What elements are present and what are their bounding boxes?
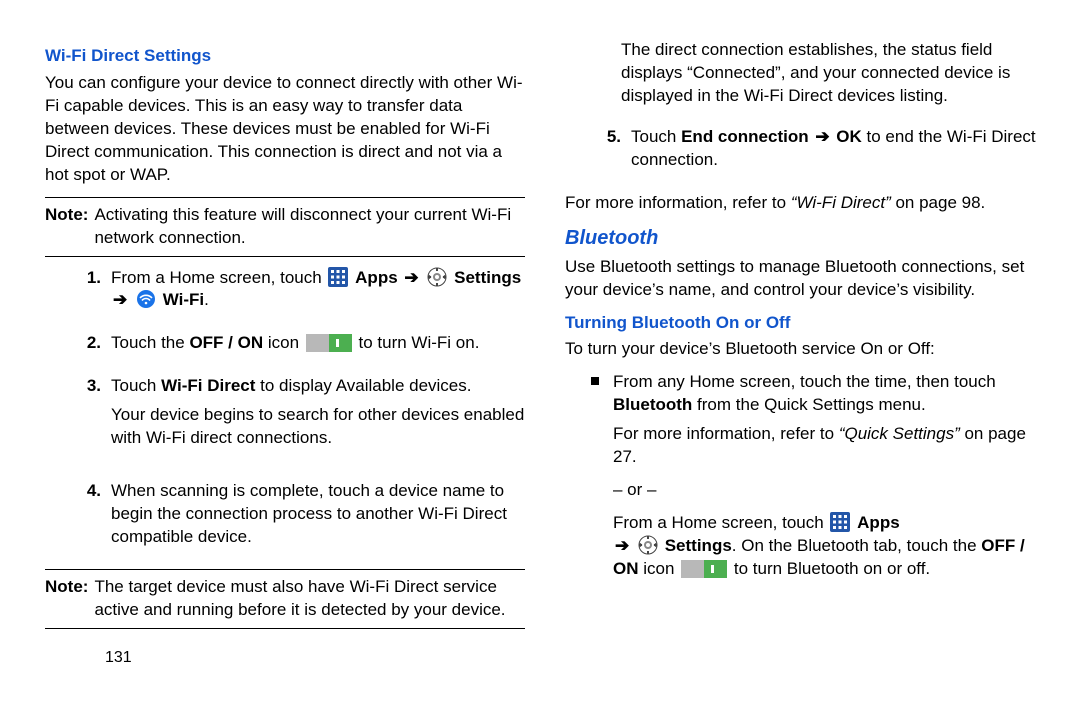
settings-icon <box>427 267 447 287</box>
quick-settings-reference: For more information, refer to “Quick Se… <box>613 423 1045 469</box>
note-label: Note: <box>45 576 94 622</box>
bluetooth-intro: Use Bluetooth settings to manage Bluetoo… <box>565 256 1045 302</box>
step-4-continuation: The direct connection establishes, the s… <box>621 39 1045 108</box>
arrow-icon: ➔ <box>111 289 129 312</box>
arrow-icon: ➔ <box>613 535 631 558</box>
list-item: From any Home screen, touch the time, th… <box>565 371 1045 591</box>
right-column: The direct connection establishes, the s… <box>565 35 1045 668</box>
page-number: 131 <box>105 647 525 669</box>
square-bullet-icon <box>591 377 599 385</box>
step-1: 1. From a Home screen, touch Apps ➔ <box>45 267 525 313</box>
manual-page: Wi-Fi Direct Settings You can configure … <box>0 0 1080 668</box>
note-2: Note: The target device must also have W… <box>45 569 525 629</box>
step-5: 5. Touch End connection ➔ OK to end the … <box>565 126 1045 172</box>
note-label: Note: <box>45 204 94 250</box>
step-2: 2. Touch the OFF / ON icon to turn Wi-Fi… <box>45 332 525 355</box>
arrow-icon: ➔ <box>813 126 831 149</box>
heading-bluetooth-onoff: Turning Bluetooth On or Off <box>565 312 1045 335</box>
step-3: 3. Touch Wi-Fi Direct to display Availab… <box>45 375 525 460</box>
note-text: Activating this feature will disconnect … <box>94 204 525 250</box>
wifi-direct-reference: For more information, refer to “Wi-Fi Di… <box>565 192 1045 215</box>
arrow-icon: ➔ <box>402 267 420 290</box>
alt-path: From a Home screen, touch Apps ➔ <box>613 512 1045 581</box>
note-1: Note: Activating this feature will disco… <box>45 197 525 257</box>
apps-icon <box>830 512 850 532</box>
wifi-direct-steps-cont: 5. Touch End connection ➔ OK to end the … <box>565 126 1045 172</box>
wifi-icon <box>136 289 156 309</box>
settings-icon <box>638 535 658 555</box>
bluetooth-onoff-list: From any Home screen, touch the time, th… <box>565 371 1045 591</box>
toggle-on-icon <box>306 334 352 352</box>
apps-icon <box>328 267 348 287</box>
wifi-direct-steps: 1. From a Home screen, touch Apps ➔ <box>45 267 525 549</box>
bluetooth-onoff-intro: To turn your device’s Bluetooth service … <box>565 338 1045 361</box>
or-separator: – or – <box>613 479 1045 502</box>
heading-bluetooth: Bluetooth <box>565 225 1045 252</box>
note-text: The target device must also have Wi-Fi D… <box>94 576 525 622</box>
heading-wifi-direct: Wi-Fi Direct Settings <box>45 45 525 68</box>
wifi-direct-intro: You can configure your device to connect… <box>45 72 525 187</box>
toggle-on-icon <box>681 560 727 578</box>
left-column: Wi-Fi Direct Settings You can configure … <box>45 35 525 668</box>
step-3-detail: Your device begins to search for other d… <box>111 404 525 450</box>
step-4: 4. When scanning is complete, touch a de… <box>45 480 525 549</box>
